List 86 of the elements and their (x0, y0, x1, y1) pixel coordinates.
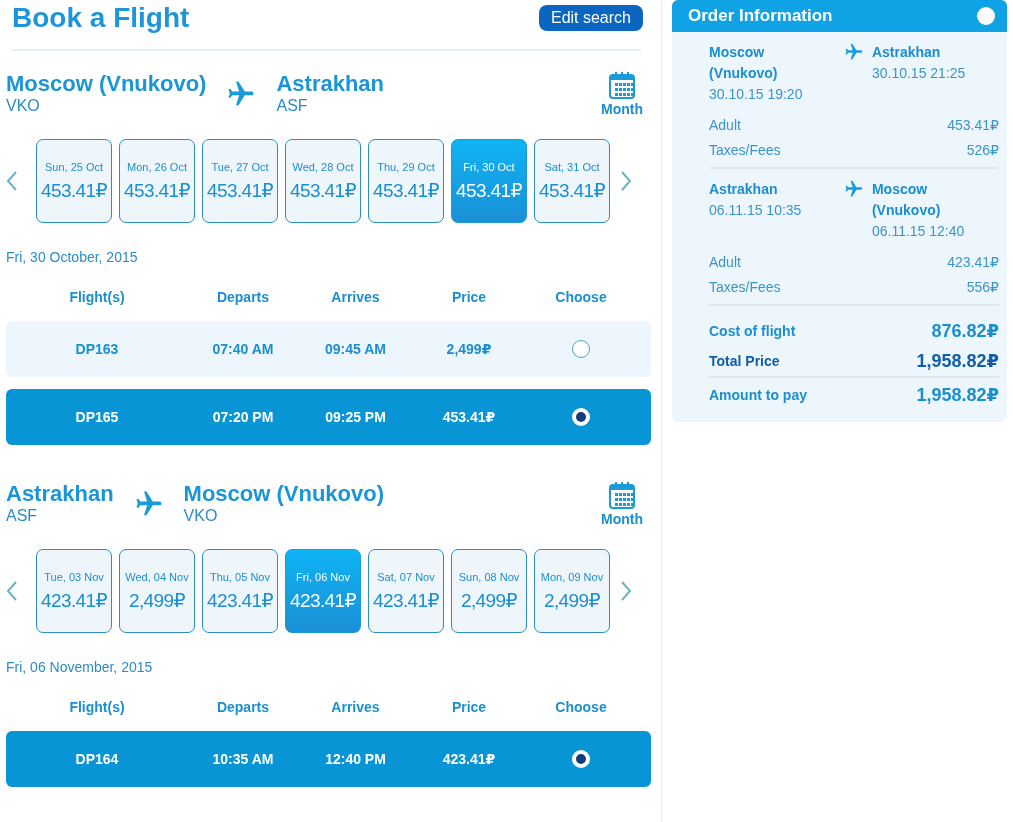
fare-amount: 526₽ (966, 141, 999, 160)
fare-label: Adult (709, 116, 741, 135)
page-title: Book a Flight (12, 2, 190, 34)
circle-icon[interactable] (977, 7, 995, 25)
departure-time: 07:20 PM (211, 409, 275, 425)
date-card[interactable]: Thu, 05 Nov 423.41₽ (202, 549, 278, 633)
flight-row[interactable]: DP163 07:40 AM 09:45 AM 2,499₽ (6, 321, 651, 377)
selected-date: Fri, 30 October, 2015 (6, 249, 139, 265)
calendar-icon[interactable] (609, 71, 635, 99)
total-label: Amount to pay (709, 386, 807, 405)
date-card[interactable]: Wed, 28 Oct 453.41₽ (285, 139, 361, 223)
arrival-time: 09:45 AM (324, 341, 387, 357)
fare-amount: 453.41₽ (947, 116, 999, 135)
date-card[interactable]: Tue, 03 Nov 423.41₽ (36, 549, 112, 633)
departure-datetime: 30.10.15 19:20 (709, 85, 804, 104)
date-card[interactable]: Wed, 04 Nov 2,499₽ (119, 549, 195, 633)
fare-label: Taxes/Fees (709, 141, 781, 160)
panel-title: Order Information (688, 6, 833, 26)
departure-time: 10:35 AM (211, 751, 275, 767)
fare-label: Taxes/Fees (709, 278, 781, 297)
date-card[interactable]: Fri, 06 Nov 423.41₽ (285, 549, 361, 633)
flight-number: DP163 (74, 341, 120, 357)
flight-number: DP165 (74, 409, 120, 425)
flight-price: 2,499₽ (445, 341, 493, 357)
arrival-city: Moscow (Vnukovo) (183, 481, 385, 507)
month-link[interactable]: Month (601, 511, 643, 527)
chevron-left-icon[interactable] (6, 170, 18, 192)
departure-datetime: 06.11.15 10:35 (709, 201, 803, 220)
total-amount: 876.82₽ (931, 320, 999, 343)
selected-date: Fri, 06 November, 2015 (6, 659, 154, 675)
arrival-datetime: 06.11.15 12:40 (871, 222, 966, 241)
destination-city: Astrakhan (871, 43, 942, 62)
calendar-icon[interactable] (609, 481, 635, 509)
departure-time: 07:40 AM (211, 341, 275, 357)
departure-city: Astrakhan (6, 481, 114, 507)
column-header: Arrives (330, 699, 381, 715)
date-card[interactable]: Sun, 08 Nov 2,499₽ (451, 549, 527, 633)
airplane-icon (844, 42, 864, 62)
departure-city: Moscow (Vnukovo) (6, 71, 207, 97)
column-header: Price (450, 289, 488, 305)
origin-city: Moscow (Vnukovo) (709, 43, 779, 83)
total-amount: 1,958.82₽ (916, 350, 999, 373)
chevron-right-icon[interactable] (620, 580, 632, 602)
column-header: Flight(s) (68, 699, 126, 715)
chevron-right-icon[interactable] (620, 170, 632, 192)
date-card[interactable]: Sun, 25 Oct 453.41₽ (36, 139, 112, 223)
date-card[interactable]: Sat, 31 Oct 453.41₽ (534, 139, 610, 223)
date-card[interactable]: Sat, 07 Nov 423.41₽ (368, 549, 444, 633)
destination-city: Moscow (Vnukovo) (871, 180, 942, 220)
date-card[interactable]: Mon, 09 Nov 2,499₽ (534, 549, 610, 633)
chevron-left-icon[interactable] (6, 580, 18, 602)
fare-amount: 556₽ (966, 278, 999, 297)
airport-code: VKO (6, 97, 41, 115)
date-card[interactable]: Fri, 30 Oct 453.41₽ (451, 139, 527, 223)
fare-amount: 423.41₽ (947, 253, 999, 272)
arrival-datetime: 30.10.15 21:25 (871, 64, 967, 83)
arrival-city: Astrakhan (276, 71, 385, 97)
origin-city: Astrakhan (709, 180, 779, 199)
flight-row[interactable]: DP164 10:35 AM 12:40 PM 423.41₽ (6, 731, 651, 787)
column-header: Choose (554, 289, 608, 305)
column-header: Departs (215, 699, 271, 715)
column-header: Choose (554, 699, 608, 715)
date-card[interactable]: Mon, 26 Oct 453.41₽ (119, 139, 195, 223)
flight-number: DP164 (74, 751, 120, 767)
edit-search-button[interactable]: Edit search (538, 5, 643, 31)
airport-code: ASF (6, 507, 39, 525)
column-header: Arrives (330, 289, 381, 305)
column-header: Flight(s) (68, 289, 126, 305)
airport-code: VKO (183, 507, 219, 525)
flight-price: 453.41₽ (441, 409, 497, 425)
total-label: Cost of flight (709, 322, 796, 341)
column-header: Departs (215, 289, 271, 305)
airplane-icon (844, 179, 864, 199)
airport-code: ASF (276, 97, 309, 115)
arrival-time: 09:25 PM (324, 409, 387, 425)
fare-label: Adult (709, 253, 741, 272)
date-card[interactable]: Tue, 27 Oct 453.41₽ (202, 139, 278, 223)
total-label: Total Price (709, 352, 780, 371)
flight-price: 423.41₽ (441, 751, 497, 767)
flight-row[interactable]: DP165 07:20 PM 09:25 PM 453.41₽ (6, 389, 651, 445)
month-link[interactable]: Month (601, 101, 643, 117)
column-header: Price (450, 699, 488, 715)
total-amount: 1,958.82₽ (916, 384, 999, 407)
date-card[interactable]: Thu, 29 Oct 453.41₽ (368, 139, 444, 223)
radio-button[interactable] (572, 340, 590, 358)
arrival-time: 12:40 PM (324, 751, 387, 767)
